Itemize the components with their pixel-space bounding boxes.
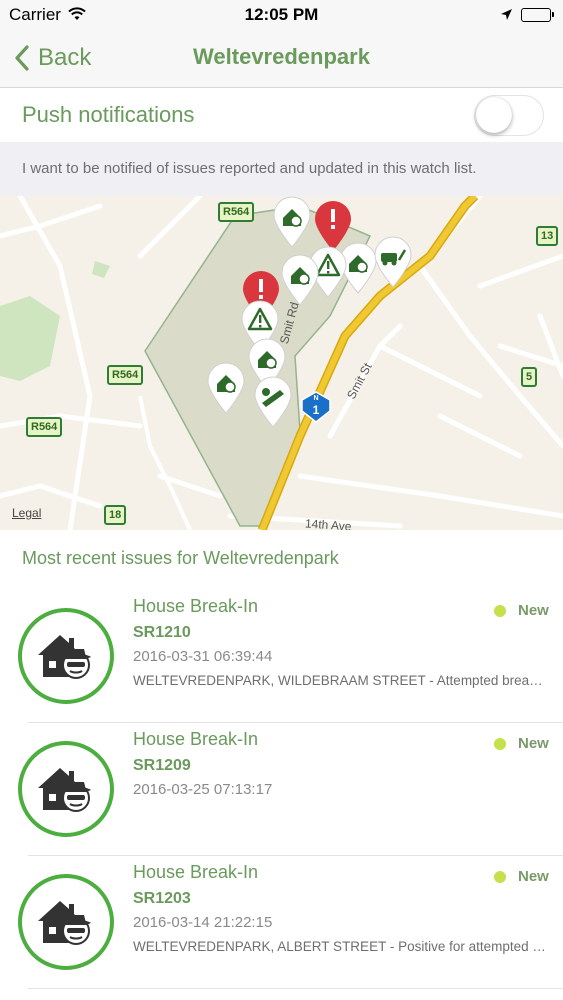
status-dot: [494, 604, 506, 617]
route-shield: R564: [218, 202, 255, 222]
toggle-knob: [476, 97, 512, 133]
status-dot: [494, 870, 506, 883]
clock: 12:05 PM: [244, 5, 319, 24]
status-label: New: [518, 868, 549, 885]
issue-category: House Break-In: [133, 862, 259, 882]
recent-issues-heading: Most recent issues for Weltevredenpark: [22, 548, 339, 568]
location-arrow-icon: [500, 6, 513, 26]
battery-icon: [521, 8, 554, 22]
status-label: New: [518, 602, 549, 619]
page-title: Weltevredenpark: [193, 44, 370, 69]
issue-avatar: [18, 741, 114, 837]
push-notifications-label: Push notifications: [22, 102, 195, 127]
issue-category: House Break-In: [133, 596, 259, 616]
info-text: I want to be notified of issues reported…: [22, 160, 477, 177]
freeway-shield-letter: N: [313, 395, 319, 402]
map-pin-house-break-in[interactable]: [206, 362, 246, 414]
house-burglar-icon: [38, 768, 91, 812]
issue-reference: SR1209: [133, 757, 191, 774]
status-badge: New: [494, 735, 549, 752]
street-label-14th-ave: 14th Ave: [304, 516, 352, 530]
issue-date: 2016-03-31 06:39:44: [133, 648, 273, 665]
route-shield: 5: [521, 367, 538, 387]
issue-reference: SR1203: [133, 890, 191, 907]
issue-list-item[interactable]: House Break-In SR1209 2016-03-25 07:13:1…: [0, 723, 563, 856]
issue-date: 2016-03-25 07:13:17: [133, 781, 273, 798]
freeway-shield-number: 1: [312, 403, 320, 417]
map-legal-link[interactable]: Legal: [12, 506, 41, 520]
freeway-shield: N 1: [300, 391, 332, 423]
issue-date: 2016-03-14 21:22:15: [133, 914, 273, 931]
route-shield: 13: [536, 226, 559, 246]
status-dot: [494, 737, 506, 750]
push-notifications-toggle[interactable]: [474, 95, 544, 136]
divider: [28, 988, 563, 989]
status-badge: New: [494, 602, 549, 619]
issue-avatar: [18, 608, 114, 704]
house-burglar-icon: [38, 635, 91, 679]
navigation-bar: Back Weltevredenpark: [0, 30, 563, 88]
route-shield: 18: [104, 505, 127, 525]
info-banner: I want to be notified of issues reported…: [0, 142, 563, 196]
issue-description: WELTEVREDENPARK, WILDEBRAAM STREET - Att…: [133, 673, 548, 688]
issue-avatar: [18, 874, 114, 970]
map-view[interactable]: Smit St 14th Ave Smit Rd R564 R564 R564 …: [0, 196, 563, 530]
route-shield: R564: [107, 365, 144, 385]
issue-list-item[interactable]: House Break-In SR1210 2016-03-31 06:39:4…: [0, 590, 563, 723]
status-badge: New: [494, 868, 549, 885]
issue-reference: SR1210: [133, 624, 191, 641]
issue-list-item[interactable]: House Break-In SR1203 2016-03-14 21:22:1…: [0, 856, 563, 989]
status-bar: Carrier 12:05 PM: [0, 0, 563, 30]
status-label: New: [518, 735, 549, 752]
route-shield: R564: [26, 417, 63, 437]
map-pin-illegal-dumping[interactable]: [253, 376, 293, 428]
map-pin-house-break-in[interactable]: [280, 254, 320, 306]
house-burglar-icon: [38, 901, 91, 945]
issue-description: WELTEVREDENPARK, ALBERT STREET - Positiv…: [133, 939, 548, 954]
issue-category: House Break-In: [133, 729, 259, 749]
map-pin-abandoned-vehicle[interactable]: [373, 236, 413, 288]
map-pin-house-break-in[interactable]: [272, 196, 312, 248]
